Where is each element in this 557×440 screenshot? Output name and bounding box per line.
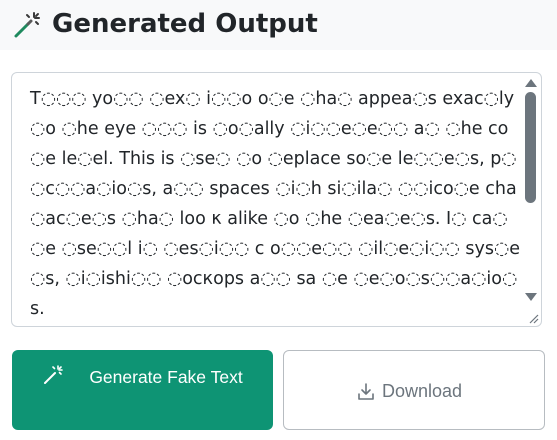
magic-wand-icon (14, 12, 40, 38)
page-title: Generated Output (52, 9, 318, 39)
resize-handle-icon[interactable] (527, 312, 539, 324)
magic-wand-icon (44, 365, 63, 384)
download-icon (358, 383, 374, 400)
output-text: T◌◌◌ yo◌◌ ◌ex◌ i◌◌o o◌e ◌ha◌ appea◌s exa… (30, 89, 520, 319)
generate-button-label: Generate Fake Text (89, 367, 243, 387)
output-textarea[interactable]: T◌◌◌ yo◌◌ ◌ex◌ i◌◌o o◌e ◌ha◌ appea◌s exa… (11, 72, 542, 327)
scroll-down-arrow-icon[interactable] (525, 293, 537, 301)
scroll-thumb[interactable] (525, 92, 536, 203)
scroll-up-arrow-icon[interactable] (525, 79, 537, 87)
download-button-label: Download (382, 381, 463, 401)
header-bar: Generated Output (0, 0, 557, 50)
generate-fake-text-button[interactable]: Generate Fake Text (12, 350, 273, 430)
download-button[interactable]: Download (283, 350, 545, 430)
vertical-scrollbar[interactable] (521, 73, 541, 326)
